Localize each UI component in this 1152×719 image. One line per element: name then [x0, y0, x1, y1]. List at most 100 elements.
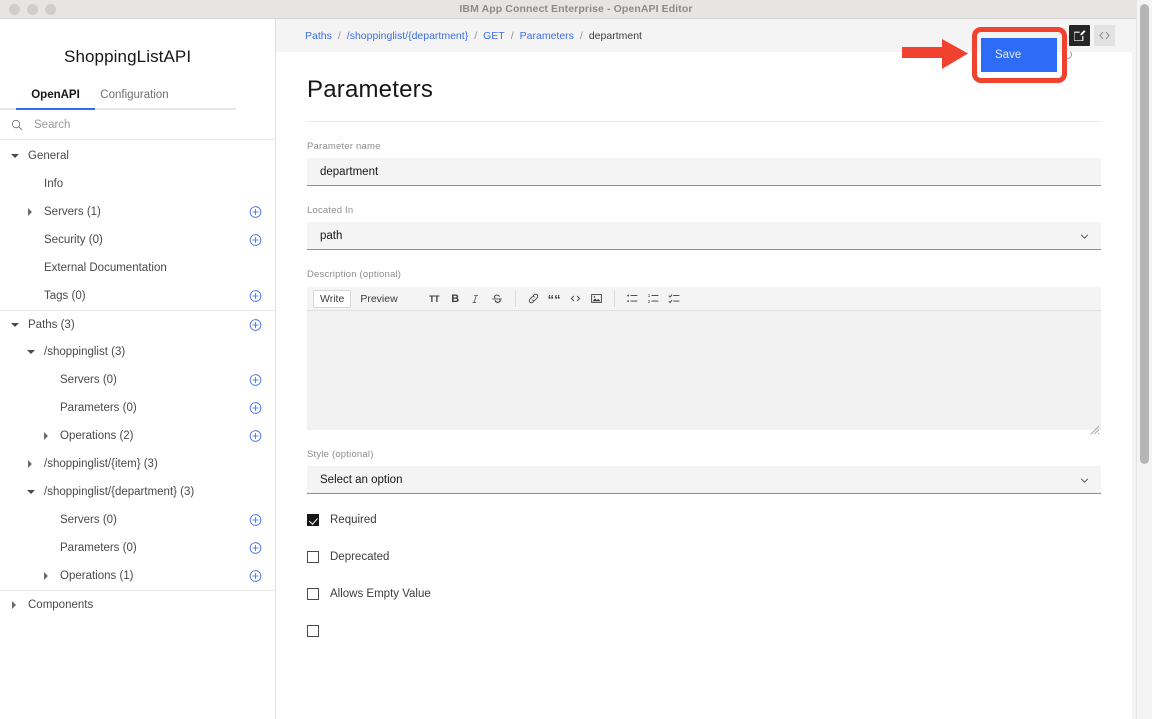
- breadcrumb-item-1[interactable]: /shoppinglist/{department}: [347, 30, 468, 42]
- parameter-name-input[interactable]: [307, 158, 1101, 186]
- located-in-select[interactable]: path: [307, 222, 1101, 250]
- tab-openapi[interactable]: OpenAPI: [16, 85, 95, 110]
- located-in-value: path: [320, 230, 342, 242]
- add-item-icon[interactable]: [249, 290, 262, 303]
- caret-down-icon[interactable]: [27, 348, 35, 356]
- tree-item-8[interactable]: Servers (0): [0, 366, 275, 394]
- source-view-button[interactable]: [1094, 25, 1115, 46]
- tab-configuration[interactable]: Configuration: [95, 85, 174, 108]
- tree-item-label: Operations (2): [60, 430, 134, 442]
- numbered-list-icon[interactable]: 1 2: [643, 289, 664, 309]
- code-icon[interactable]: [565, 289, 586, 309]
- deprecated-label: Deprecated: [330, 551, 389, 563]
- tree-item-10[interactable]: Operations (2): [0, 422, 275, 450]
- tree-item-14[interactable]: Parameters (0): [0, 534, 275, 562]
- add-item-icon[interactable]: [249, 514, 262, 527]
- search-bar: [0, 110, 275, 140]
- markdown-editor: Write Preview TT B: [307, 287, 1101, 435]
- tree-item-label: Operations (1): [60, 570, 134, 582]
- tree-item-label: Parameters (0): [60, 402, 137, 414]
- add-item-icon[interactable]: [249, 206, 262, 219]
- add-item-icon[interactable]: [249, 570, 262, 583]
- add-item-icon[interactable]: [249, 542, 262, 555]
- caret-down-icon[interactable]: [11, 321, 19, 329]
- bulleted-list-icon[interactable]: [622, 289, 643, 309]
- caret-right-icon[interactable]: [27, 208, 35, 216]
- add-item-icon[interactable]: [249, 402, 262, 415]
- italic-icon[interactable]: [466, 289, 487, 309]
- chevron-down-icon: [1079, 475, 1090, 486]
- tree-item-label: Servers (0): [60, 514, 117, 526]
- tree-item-label: /shoppinglist (3): [44, 346, 125, 358]
- tree-item-1[interactable]: Info: [0, 170, 275, 198]
- tree-caret-placeholder: [43, 516, 51, 524]
- tree-item-label: Components: [28, 599, 93, 611]
- tree-item-label: /shoppinglist/{item} (3): [44, 458, 158, 470]
- add-item-icon[interactable]: [249, 374, 262, 387]
- bold-icon[interactable]: B: [445, 289, 466, 309]
- resize-grip-icon[interactable]: [1090, 425, 1100, 435]
- tree-caret-placeholder: [43, 544, 51, 552]
- breadcrumb-item-2[interactable]: GET: [483, 30, 505, 42]
- add-item-icon[interactable]: [249, 430, 262, 443]
- tree-item-7[interactable]: /shoppinglist (3): [0, 338, 275, 366]
- tree-item-12[interactable]: /shoppinglist/{department} (3): [0, 478, 275, 506]
- tree-item-2[interactable]: Servers (1): [0, 198, 275, 226]
- tree-caret-placeholder: [43, 376, 51, 384]
- tree-item-16[interactable]: Components: [0, 590, 275, 618]
- editor-view-button[interactable]: [1069, 25, 1090, 46]
- preview-tab[interactable]: Preview: [353, 290, 404, 308]
- tree-item-5[interactable]: Tags (0): [0, 282, 275, 310]
- window-title: IBM App Connect Enterprise - OpenAPI Edi…: [0, 3, 1152, 15]
- tree-item-label: External Documentation: [44, 262, 167, 274]
- required-label: Required: [330, 514, 377, 526]
- parameters-form-card: Parameters Parameter name Located In pat…: [276, 52, 1132, 719]
- allows-empty-value-checkbox-row: Allows Empty Value: [276, 588, 1132, 600]
- next-checkbox-row-partial: [276, 625, 1132, 637]
- caret-down-icon[interactable]: [11, 152, 19, 160]
- breadcrumb-item-0[interactable]: Paths: [305, 30, 332, 42]
- view-toggle-group: [1069, 25, 1115, 46]
- quote-icon[interactable]: ““: [544, 289, 565, 309]
- add-item-icon[interactable]: [249, 234, 262, 247]
- breadcrumb-separator: /: [338, 30, 341, 42]
- tree-item-13[interactable]: Servers (0): [0, 506, 275, 534]
- style-select[interactable]: Select an option: [307, 466, 1101, 494]
- tree-item-0[interactable]: General: [0, 142, 275, 170]
- tree-item-9[interactable]: Parameters (0): [0, 394, 275, 422]
- tree-item-4[interactable]: External Documentation: [0, 254, 275, 282]
- heading-icon[interactable]: TT: [424, 289, 445, 309]
- allows-empty-value-checkbox[interactable]: [307, 588, 319, 600]
- caret-right-icon[interactable]: [43, 572, 51, 580]
- caret-right-icon[interactable]: [11, 601, 19, 609]
- caret-right-icon[interactable]: [43, 432, 51, 440]
- add-item-icon[interactable]: [249, 318, 262, 331]
- image-icon[interactable]: [586, 289, 607, 309]
- breadcrumb-item-4: department: [589, 30, 642, 42]
- tree-item-15[interactable]: Operations (1): [0, 562, 275, 590]
- link-icon[interactable]: [523, 289, 544, 309]
- breadcrumb-item-3[interactable]: Parameters: [520, 30, 574, 42]
- breadcrumb-separator: /: [580, 30, 583, 42]
- window-titlebar: IBM App Connect Enterprise - OpenAPI Edi…: [0, 0, 1152, 19]
- tree-item-label: General: [28, 150, 69, 162]
- api-title: ShoppingListAPI: [0, 19, 275, 67]
- search-input[interactable]: [34, 119, 224, 131]
- required-checkbox[interactable]: [307, 514, 319, 526]
- next-checkbox[interactable]: [307, 625, 319, 637]
- caret-down-icon[interactable]: [27, 488, 35, 496]
- pencil-square-icon: [1073, 29, 1086, 42]
- page-scrollbar[interactable]: [1136, 0, 1152, 719]
- app-root: ShoppingListAPI OpenAPI Configuration Ge…: [0, 19, 1152, 719]
- page-scrollbar-thumb[interactable]: [1140, 4, 1149, 464]
- deprecated-checkbox[interactable]: [307, 551, 319, 563]
- strikethrough-icon[interactable]: [487, 289, 508, 309]
- write-tab[interactable]: Write: [313, 290, 351, 308]
- tree-item-6[interactable]: Paths (3): [0, 310, 275, 338]
- caret-right-icon[interactable]: [27, 460, 35, 468]
- tree-item-11[interactable]: /shoppinglist/{item} (3): [0, 450, 275, 478]
- description-textarea[interactable]: [307, 311, 1101, 430]
- tree-item-3[interactable]: Security (0): [0, 226, 275, 254]
- task-list-icon[interactable]: [664, 289, 685, 309]
- annotation-arrow-icon: [902, 36, 970, 72]
